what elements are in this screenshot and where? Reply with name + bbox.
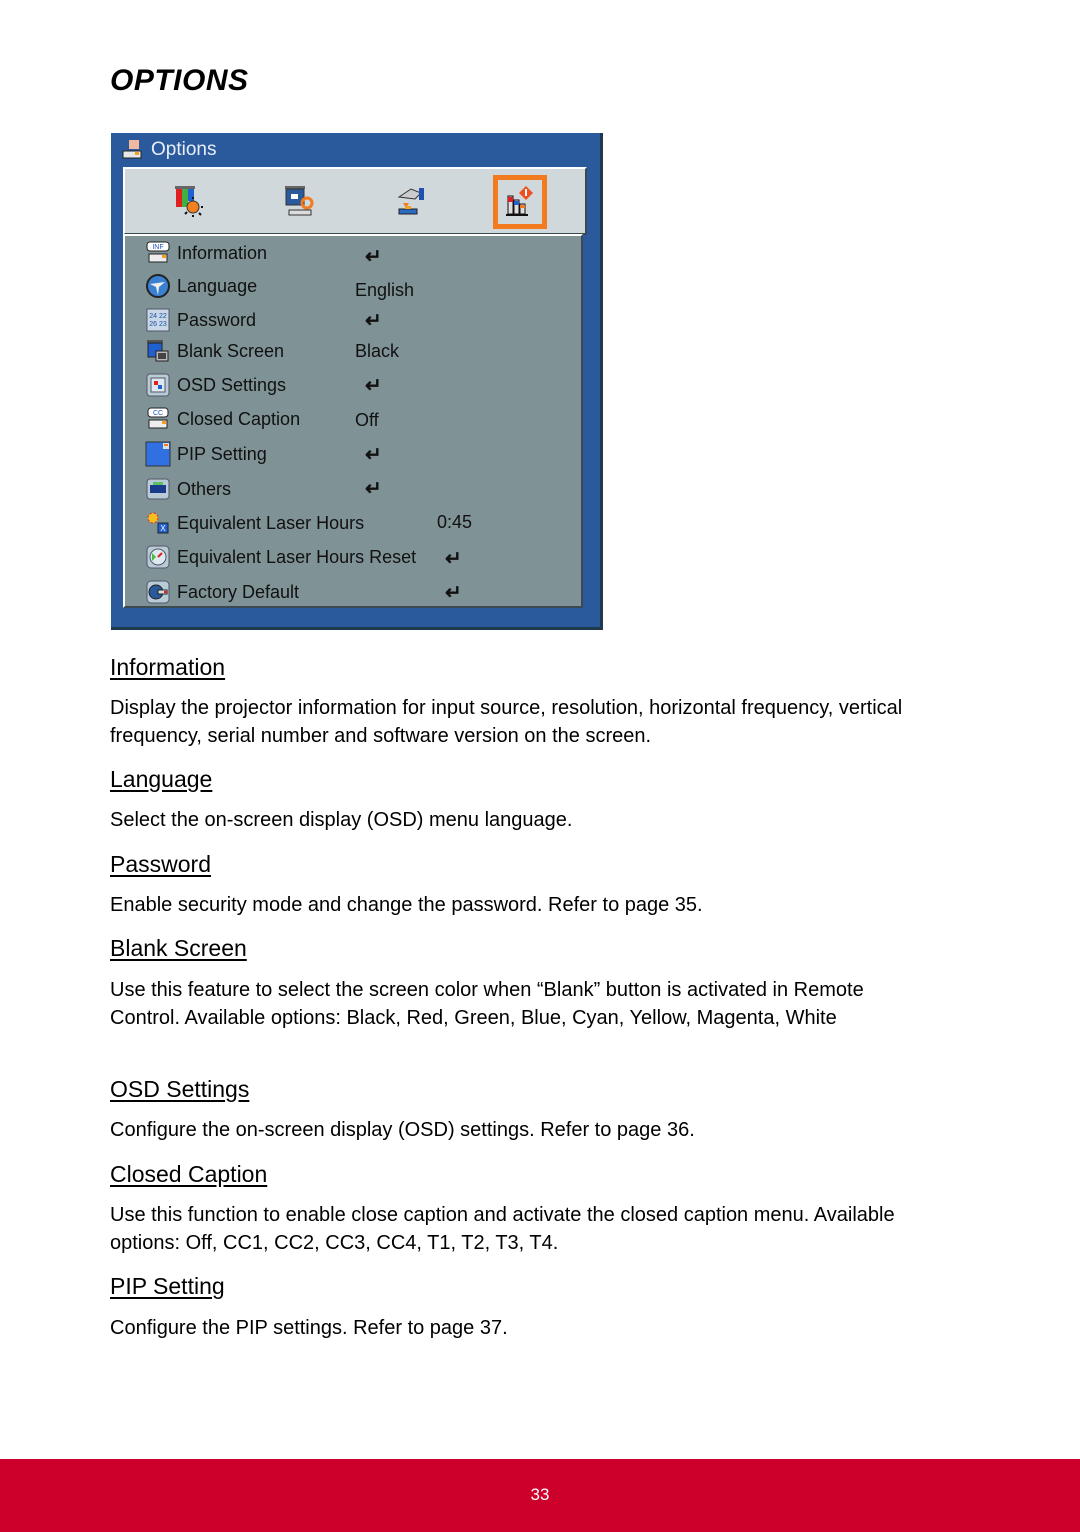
svg-text:X: X xyxy=(160,524,166,533)
enter-icon: ↵ xyxy=(365,478,382,500)
blank-screen-value: Black xyxy=(355,341,400,361)
enter-icon: ↵ xyxy=(445,582,462,604)
enter-icon: ↵ xyxy=(365,310,382,332)
enter-icon: ↵ xyxy=(365,246,382,268)
section-body-language: Select the on-screen display (OSD) menu … xyxy=(110,809,573,831)
closed-caption-icon: CC xyxy=(145,406,171,432)
page-title: OPTIONS xyxy=(110,64,249,97)
osd-title: Options xyxy=(151,139,217,160)
section-body-osd-settings: Configure the on-screen display (OSD) se… xyxy=(110,1119,695,1141)
section-body-blank-screen: Use this feature to select the screen co… xyxy=(110,979,864,1029)
laser-reset-icon xyxy=(145,544,171,570)
osd-item-blank-screen[interactable]: Blank Screen xyxy=(145,336,284,366)
svg-text:CC: CC xyxy=(153,410,163,417)
globe-icon xyxy=(145,273,171,299)
laser-hours-value: 0:45 xyxy=(437,512,473,532)
enter-icon: ↵ xyxy=(445,548,462,570)
page-footer: 33 xyxy=(0,1459,1080,1532)
closed-caption-value: Off xyxy=(355,410,379,430)
section-heading-blank-screen: Blank Screen xyxy=(110,935,247,961)
picture-icon xyxy=(175,186,203,217)
osd-item-information[interactable]: INF Information xyxy=(145,238,267,268)
pip-icon xyxy=(145,441,171,467)
keypad-icon: 24 22 26 23 xyxy=(145,307,171,333)
tab-picture[interactable] xyxy=(165,177,213,225)
osd-item-language[interactable]: Language xyxy=(145,271,257,301)
osd-item-others[interactable]: Others xyxy=(145,474,231,504)
tab-options[interactable] xyxy=(493,175,547,229)
section-heading-closed-caption: Closed Caption xyxy=(110,1161,268,1187)
osd-item-laser-hours: X Equivalent Laser Hours xyxy=(145,508,364,538)
osd-item-laser-hours-reset[interactable]: Equivalent Laser Hours Reset xyxy=(145,542,416,572)
section-heading-pip-setting: PIP Setting xyxy=(110,1273,225,1299)
osd-item-osd-settings[interactable]: OSD Settings xyxy=(145,370,286,400)
svg-text:26 23: 26 23 xyxy=(149,321,167,328)
display-icon xyxy=(285,186,314,216)
section-body-password: Enable security mode and change the pass… xyxy=(110,894,703,916)
page-number: 33 xyxy=(530,1485,550,1504)
osd-item-pip-setting[interactable]: PIP Setting xyxy=(145,439,267,469)
osd-item-factory-default[interactable]: Factory Default xyxy=(145,577,299,607)
section-heading-language: Language xyxy=(110,766,213,792)
tab-display[interactable] xyxy=(275,177,323,225)
others-icon xyxy=(145,476,171,502)
osd-settings-icon xyxy=(145,372,171,398)
svg-text:INF: INF xyxy=(152,244,163,251)
osd-tab-bar xyxy=(123,167,587,235)
osd-item-password[interactable]: 24 22 26 23 Password xyxy=(145,305,256,335)
section-heading-information: Information xyxy=(110,654,226,680)
info-icon: INF xyxy=(145,240,171,266)
osd-options-menu: Options INF Information ↵ Language Engli… xyxy=(111,133,603,630)
tab-setting[interactable] xyxy=(387,177,435,225)
section-body-information: Display the projector information for in… xyxy=(110,697,903,747)
enter-icon: ↵ xyxy=(365,375,382,397)
projector-icon xyxy=(121,139,143,161)
enter-icon: ↵ xyxy=(365,444,382,466)
options-icon xyxy=(506,186,533,216)
section-heading-password: Password xyxy=(110,851,211,877)
language-value: English xyxy=(355,280,415,300)
blank-screen-icon xyxy=(145,338,171,364)
svg-text:24 22: 24 22 xyxy=(149,313,167,320)
section-heading-osd-settings: OSD Settings xyxy=(110,1076,250,1102)
section-body-pip-setting: Configure the PIP settings. Refer to pag… xyxy=(110,1317,508,1339)
osd-item-closed-caption[interactable]: CC Closed Caption xyxy=(145,404,300,434)
section-body-closed-caption: Use this function to enable close captio… xyxy=(110,1204,895,1254)
factory-default-icon xyxy=(145,579,171,605)
setting-icon xyxy=(397,188,424,215)
osd-header: Options xyxy=(121,137,216,163)
laser-hours-icon: X xyxy=(145,510,171,536)
osd-item-list: INF Information ↵ Language English 24 22… xyxy=(123,234,583,608)
